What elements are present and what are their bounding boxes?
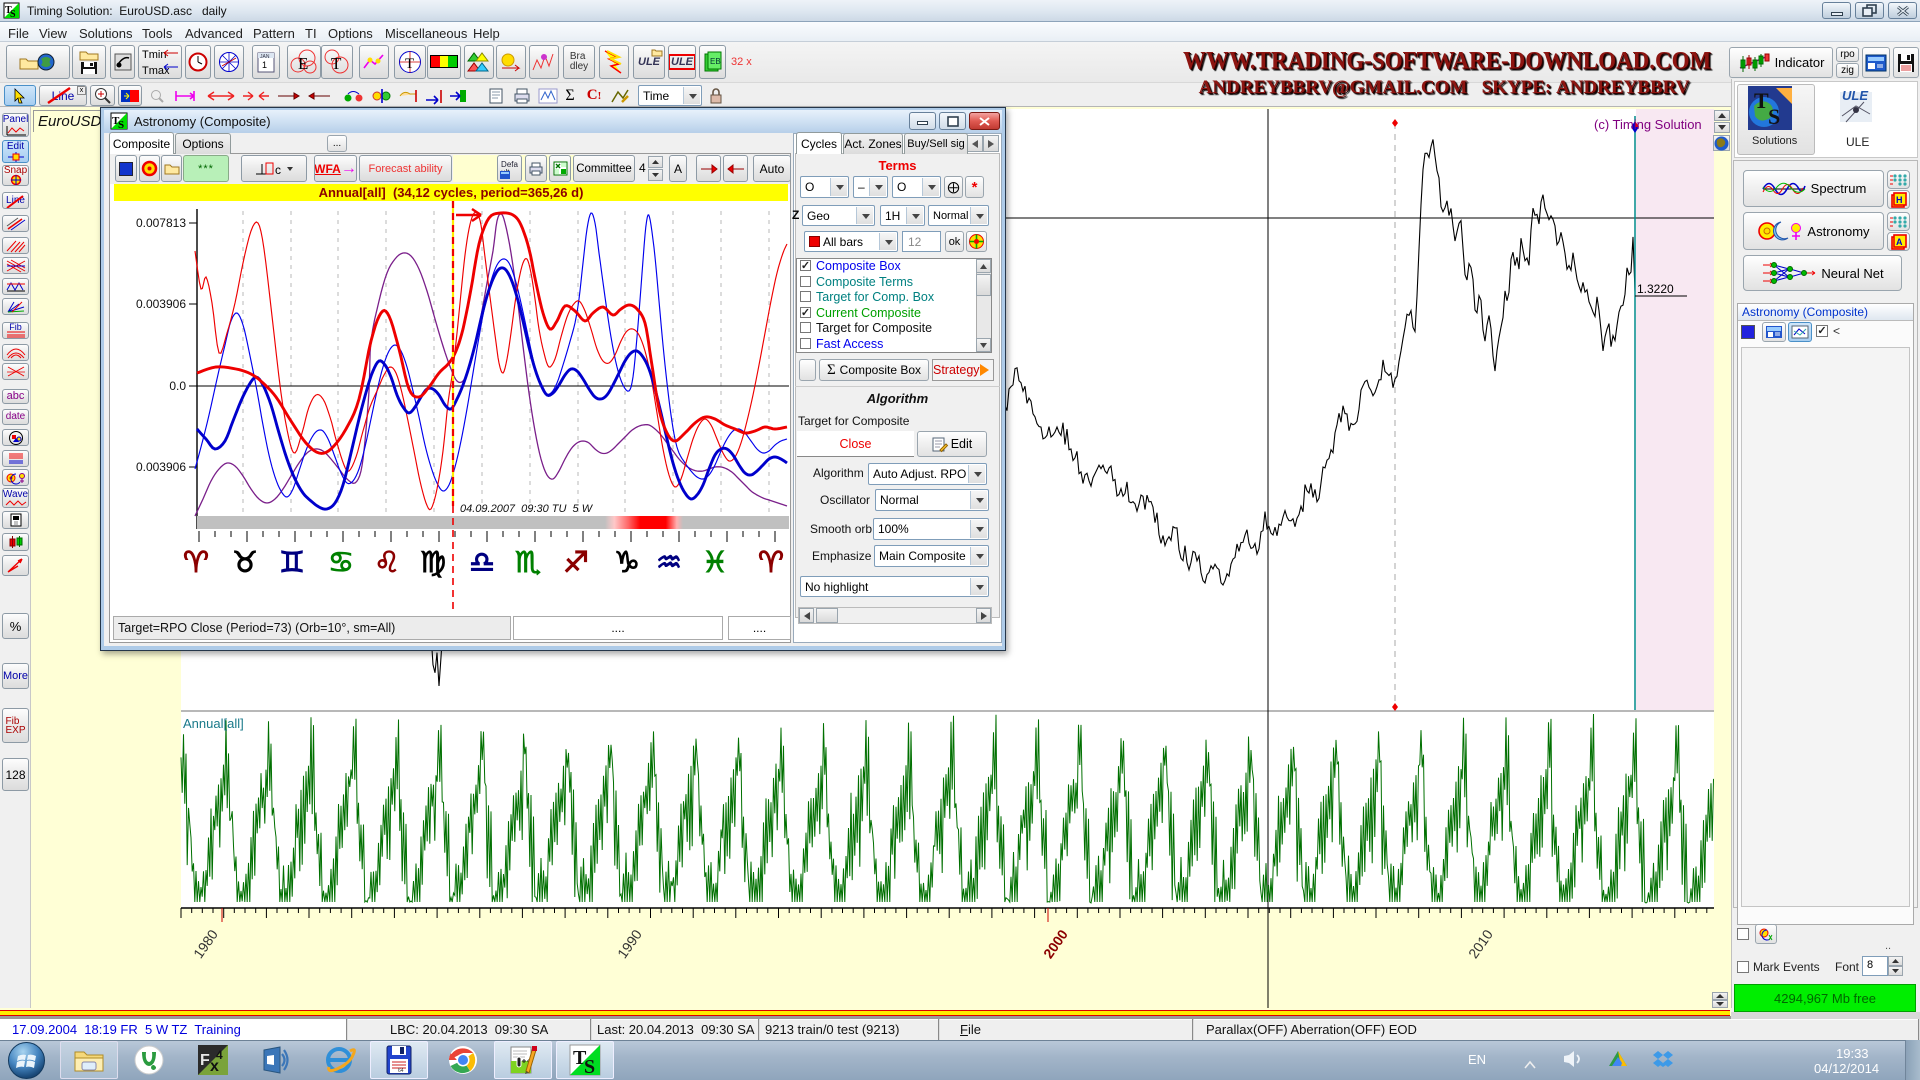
svg-text:ULE: ULE xyxy=(1842,88,1868,103)
svg-text:S: S xyxy=(584,1056,595,1078)
svg-text:64: 64 xyxy=(398,1068,404,1074)
svg-text:A: A xyxy=(1896,237,1903,247)
svg-text:04.09.2007 09:30 TU 5 W: 04.09.2007 09:30 TU 5 W xyxy=(460,503,594,515)
svg-text:4: 4 xyxy=(216,1048,223,1062)
svg-text:F: F xyxy=(200,1052,210,1069)
svg-text:S: S xyxy=(1768,104,1780,129)
svg-text:S: S xyxy=(118,119,124,131)
svg-text:T: T xyxy=(1754,88,1769,113)
svg-text:H: H xyxy=(1896,195,1903,205)
svg-text:c: c xyxy=(275,163,281,177)
